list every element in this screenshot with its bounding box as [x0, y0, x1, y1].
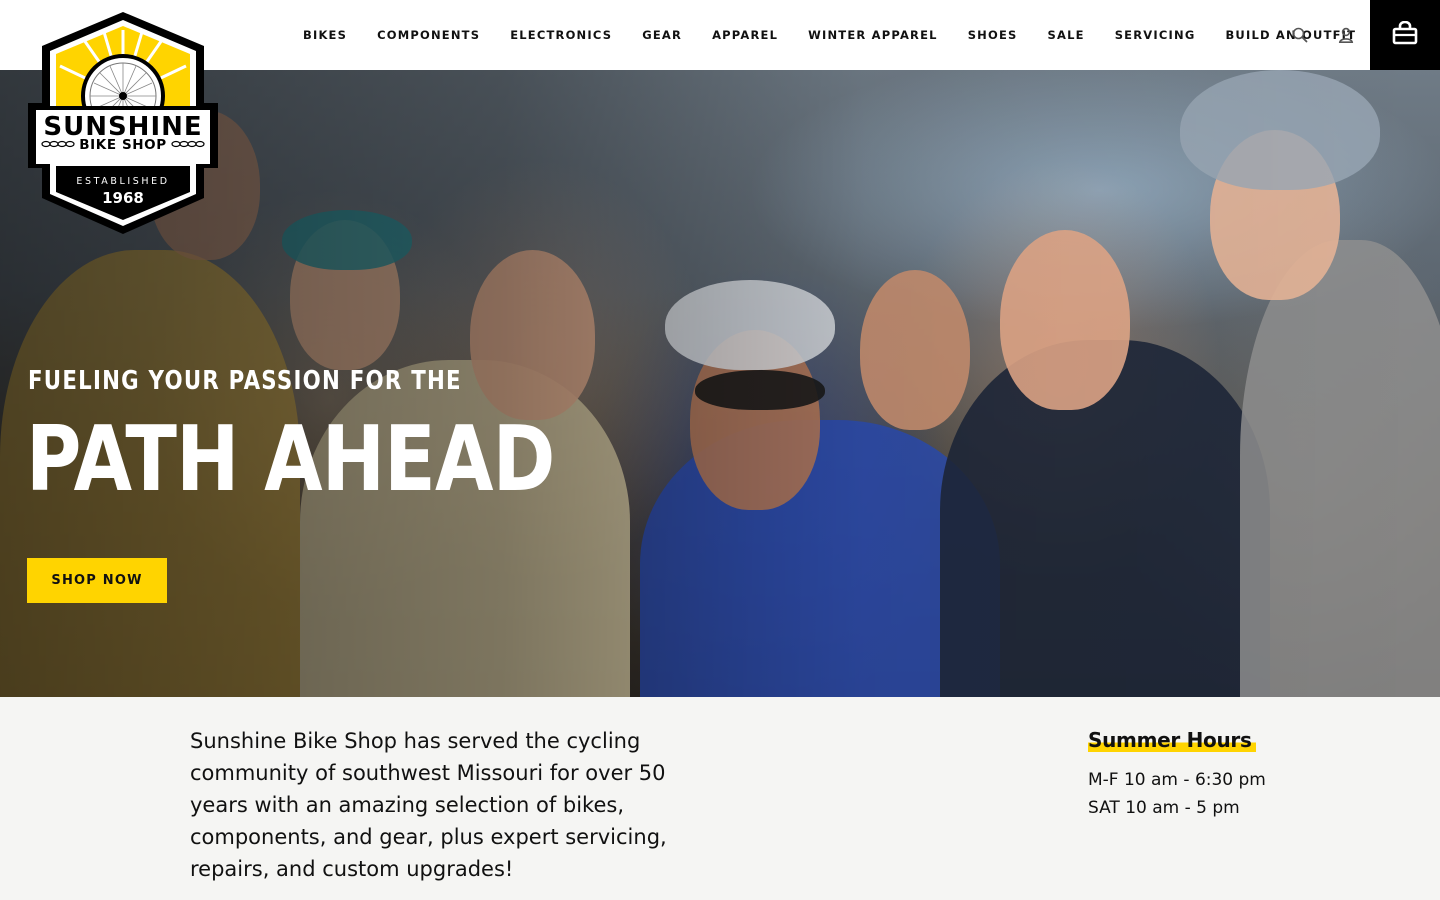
account-icon[interactable] [1335, 24, 1357, 46]
search-icon[interactable] [1289, 24, 1311, 46]
nav-item-gear[interactable]: GEAR [642, 28, 682, 42]
nav-item-components[interactable]: COMPONENTS [377, 28, 480, 42]
nav-item-bikes[interactable]: BIKES [303, 28, 347, 42]
nav-item-apparel[interactable]: APPAREL [712, 28, 778, 42]
hours-panel: Summer Hours M-F 10 am - 6:30 pm SAT 10 … [1088, 728, 1328, 822]
hours-line: SAT 10 am - 5 pm [1088, 798, 1240, 818]
nav-item-servicing[interactable]: SERVICING [1115, 28, 1196, 42]
shop-now-button[interactable]: SHOP NOW [27, 558, 167, 603]
hours-title: Summer Hours [1088, 728, 1256, 752]
nav-item-sale[interactable]: SALE [1048, 28, 1085, 42]
intro-text: Sunshine Bike Shop has served the cyclin… [190, 729, 667, 881]
hero-kicker: FUELING YOUR PASSION FOR THE [28, 366, 462, 396]
site-logo[interactable]: SUNSHINE BIKE SHOP ESTABLISHED 1968 [24, 8, 222, 240]
hours-line: M-F 10 am - 6:30 pm [1088, 770, 1266, 790]
logo-established: ESTABLISHED [76, 176, 169, 187]
hours-list: M-F 10 am - 6:30 pm SAT 10 am - 5 pm [1088, 766, 1328, 822]
main-nav: BIKES COMPONENTS ELECTRONICS GEAR APPARE… [303, 0, 1356, 70]
cart-icon [1392, 20, 1418, 49]
logo-year: 1968 [102, 189, 144, 207]
cart-button[interactable] [1370, 0, 1440, 70]
hero-title: PATH AHEAD [26, 407, 555, 512]
logo-subname: BIKE SHOP [79, 137, 167, 153]
nav-item-electronics[interactable]: ELECTRONICS [510, 28, 612, 42]
nav-item-shoes[interactable]: SHOES [968, 28, 1018, 42]
nav-item-winter-apparel[interactable]: WINTER APPAREL [808, 28, 938, 42]
